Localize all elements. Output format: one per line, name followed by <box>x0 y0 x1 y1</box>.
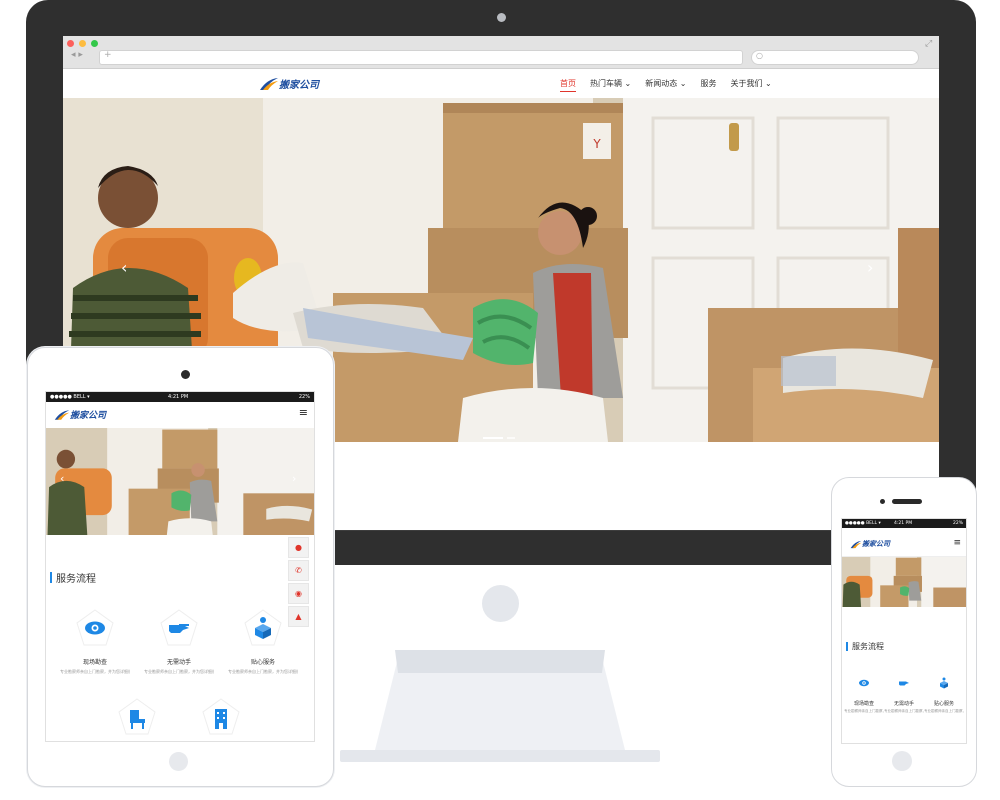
eye-icon <box>76 609 114 646</box>
step-desc: 专业勘察师亲自上门勘察，并为您详细规划 <box>884 709 924 713</box>
step-item[interactable]: 现场勘查 专业勘察师亲自上门勘察，并为您详细规划 <box>844 673 884 714</box>
slider-next-icon[interactable]: › <box>292 472 296 485</box>
maximize-dot[interactable] <box>91 40 98 47</box>
logo-text: 搬家公司 <box>279 80 319 91</box>
phone-screen: ●●●●● BELL ▾ 4:21 PM 22% 搬家公司 ≡ 服务流程 现场勘… <box>841 518 967 744</box>
phone-header: 搬家公司 ≡ <box>842 528 966 557</box>
title-accent-bar <box>50 572 52 583</box>
step-item[interactable]: 现场勘查 专业勘察师亲自上门勘察，并为您详细规划 <box>60 608 130 675</box>
hand-icon <box>160 609 198 646</box>
tablet-section-title: 服务流程 <box>50 570 96 585</box>
box-icon <box>940 677 948 689</box>
step-label: 贴心服务 <box>933 701 954 707</box>
bell-icon[interactable]: ● <box>288 537 309 558</box>
chair-icon <box>118 698 156 735</box>
imac-camera <box>497 13 506 22</box>
minimize-dot[interactable] <box>79 40 86 47</box>
title-accent-bar <box>846 642 848 651</box>
browser-search[interactable]: ○ <box>751 50 919 65</box>
svg-text:Y: Y <box>592 137 601 151</box>
section-title-text: 服务流程 <box>56 574 96 585</box>
tablet-header: 搬家公司 ≡ <box>46 402 314 429</box>
section-title-text: 服务流程 <box>852 642 884 651</box>
hand-icon <box>899 681 909 686</box>
phone-section-title: 服务流程 <box>846 641 884 652</box>
tablet-status-bar: ●●●●● BELL ▾ 4:21 PM 22% <box>46 392 314 402</box>
wechat-icon[interactable]: ◉ <box>288 583 309 604</box>
slider-prev-icon[interactable]: ‹ <box>121 258 127 277</box>
box-icon <box>244 609 282 646</box>
expand-icon[interactable]: ⤢ <box>925 39 932 49</box>
logo-swoosh-icon <box>850 540 862 548</box>
up-arrow-icon[interactable]: ▲ <box>288 606 309 627</box>
search-icon: ○ <box>756 51 763 60</box>
hamburger-menu-icon[interactable]: ≡ <box>299 406 308 419</box>
imac-logo <box>482 585 519 622</box>
step-desc: 专业勘察师亲自上门勘察，并为您详细规划 <box>144 669 214 674</box>
step-desc: 专业勘察师亲自上门勘察，并为您详细规划 <box>60 669 130 674</box>
tablet-logo[interactable]: 搬家公司 <box>54 408 106 421</box>
step-item[interactable]: 贴心服务 专业勘察师亲自上门勘察，并为您详细规划 <box>924 673 964 714</box>
time-text: 4:21 PM <box>168 394 189 400</box>
moving-scene-image <box>842 557 966 607</box>
phone-logo[interactable]: 搬家公司 <box>850 539 890 549</box>
phone-icon[interactable]: ✆ <box>288 560 309 581</box>
phone-speaker <box>892 499 922 504</box>
close-dot[interactable] <box>67 40 74 47</box>
site-header: 搬家公司 首页 热门车辆 ⌄ 新闻动态 ⌄ 服务 关于我们 ⌄ <box>63 69 939 99</box>
phone-camera <box>880 499 885 504</box>
step-label: 现场勘查 <box>82 659 107 666</box>
step-label: 无需动手 <box>166 659 191 666</box>
tablet-home-button[interactable] <box>169 752 188 771</box>
url-bar[interactable]: + <box>99 50 743 65</box>
menu-item-vehicles[interactable]: 热门车辆 ⌄ <box>590 78 631 92</box>
logo-swoosh-icon <box>260 77 278 90</box>
back-forward-icon[interactable]: ◂ ▸ <box>71 50 83 60</box>
logo-text: 搬家公司 <box>862 539 890 548</box>
step-desc: 专业勘察师亲自上门勘察，并为您详细规划 <box>228 669 298 674</box>
step-item[interactable] <box>186 697 256 741</box>
tablet-hero: ‹ › <box>46 428 314 535</box>
logo-text: 搬家公司 <box>70 411 107 421</box>
hamburger-menu-icon[interactable]: ≡ <box>953 538 961 548</box>
carrier-text: ●●●●● BELL ▾ <box>50 394 90 400</box>
moving-scene-image <box>46 428 314 535</box>
battery-text: 22% <box>298 394 310 400</box>
phone-home-button[interactable] <box>892 751 912 771</box>
logo-swoosh-icon <box>54 409 70 420</box>
step-label: 现场勘查 <box>853 701 874 707</box>
tablet-screen: ●●●●● BELL ▾ 4:21 PM 22% 搬家公司 ≡ ‹ › 服务流程… <box>45 391 315 742</box>
phone-hero <box>842 557 966 607</box>
step-label: 贴心服务 <box>250 659 275 666</box>
menu-item-about[interactable]: 关于我们 ⌄ <box>731 78 772 92</box>
step-desc: 专业勘察师亲自上门勘察，并为您详细规划 <box>924 709 964 713</box>
battery-text: 22% <box>952 521 963 526</box>
step-desc: 专业勘察师亲自上门勘察，并为您详细规划 <box>844 709 884 713</box>
menu-item-home[interactable]: 首页 <box>560 78 576 92</box>
carrier-text: ●●●●● BELL ▾ <box>845 521 881 526</box>
slider-next-icon[interactable]: › <box>867 258 873 277</box>
browser-chrome: ◂ ▸ + ○ ⤢ <box>63 36 939 69</box>
eye-icon <box>859 679 869 687</box>
main-menu: 首页 热门车辆 ⌄ 新闻动态 ⌄ 服务 关于我们 ⌄ <box>560 78 772 92</box>
slider-prev-icon[interactable]: ‹ <box>60 472 64 485</box>
step-item[interactable] <box>102 697 172 741</box>
phone-status-bar: ●●●●● BELL ▾ 4:21 PM 22% <box>842 519 966 528</box>
step-item[interactable]: 无需动手 专业勘察师亲自上门勘察，并为您详细规划 <box>884 673 924 714</box>
building-icon <box>202 698 240 735</box>
tablet-camera <box>181 370 190 379</box>
site-logo[interactable]: 搬家公司 <box>259 76 319 91</box>
time-text: 4:21 PM <box>894 521 913 526</box>
plus-icon: + <box>104 50 112 60</box>
menu-item-services[interactable]: 服务 <box>701 78 717 92</box>
menu-item-news[interactable]: 新闻动态 ⌄ <box>645 78 686 92</box>
step-item[interactable]: 无需动手 专业勘察师亲自上门勘察，并为您详细规划 <box>144 608 214 675</box>
step-label: 无需动手 <box>893 701 914 707</box>
